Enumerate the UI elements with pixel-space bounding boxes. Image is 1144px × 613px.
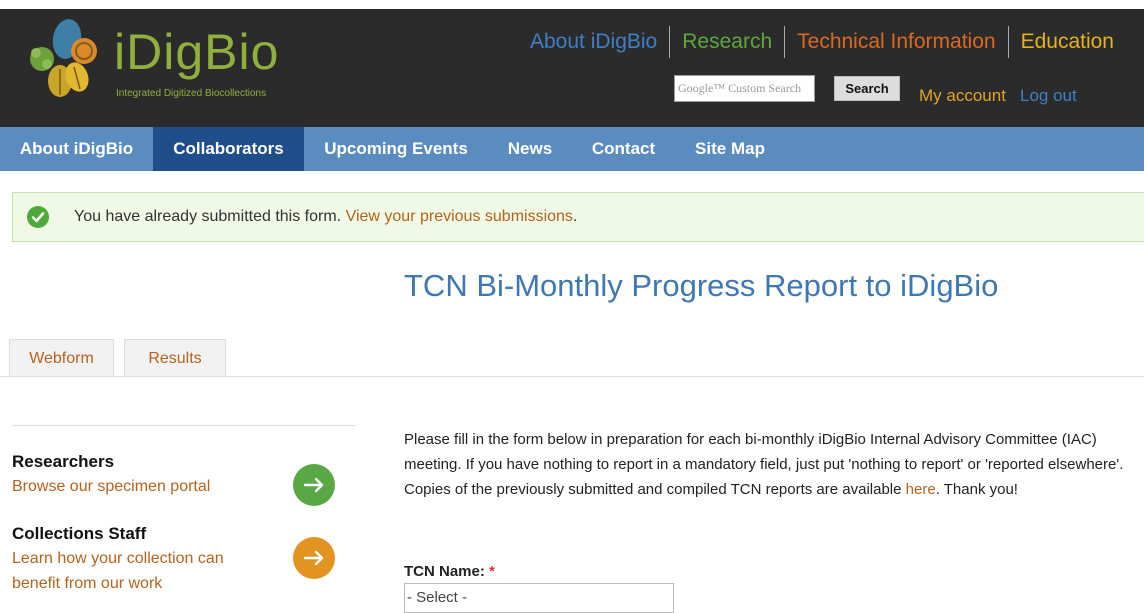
main-nav-collaborators[interactable]: Collaborators: [153, 127, 304, 171]
tab-results[interactable]: Results: [124, 339, 226, 376]
reports-here-link[interactable]: here: [906, 481, 936, 498]
sidebar-heading-researchers: Researchers: [12, 452, 115, 471]
previous-submissions-link[interactable]: View your previous submissions: [346, 208, 573, 225]
arrow-right-icon: [303, 550, 324, 566]
status-message-text: You have already submitted this form.: [74, 208, 342, 225]
status-text: You have already submitted this form. Vi…: [74, 208, 577, 226]
top-nav-technical-information[interactable]: Technical Information: [785, 25, 1007, 59]
logo-wordmark: iDigBio: [114, 24, 280, 80]
sidebar-divider: [12, 425, 355, 426]
required-marker: *: [489, 563, 495, 580]
top-navigation: About iDigBio Research Technical Informa…: [518, 25, 1126, 59]
arrow-right-icon: [303, 477, 324, 493]
sidebar-link-collection-benefit[interactable]: Learn how your collection can benefit fr…: [12, 546, 257, 596]
leaf-logo-icon: [30, 19, 97, 97]
top-nav-education[interactable]: Education: [1009, 25, 1126, 59]
main-navigation: About iDigBio Collaborators Upcoming Eve…: [0, 127, 1144, 171]
main-nav-upcoming-events[interactable]: Upcoming Events: [304, 127, 488, 171]
sidebar-heading-collections-staff: Collections Staff: [12, 524, 147, 543]
form-introduction: Please fill in the form below in prepara…: [404, 427, 1130, 502]
site-logo[interactable]: iDigBio Integrated Digitized Biocollecti…: [20, 17, 290, 109]
status-suffix: .: [572, 208, 578, 225]
tab-webform[interactable]: Webform: [9, 339, 114, 376]
search-input[interactable]: Google™ Custom Search: [674, 75, 815, 102]
intro-thanks: . Thank you!: [935, 481, 1018, 498]
main-nav-news[interactable]: News: [488, 127, 572, 171]
search-button[interactable]: Search: [834, 76, 900, 101]
tcn-name-label: TCN Name: *: [404, 563, 495, 580]
log-out-link[interactable]: Log out: [1020, 86, 1077, 106]
my-account-link[interactable]: My account: [919, 86, 1006, 106]
tabs-divider: [0, 376, 1144, 377]
checkmark-icon: [27, 206, 49, 228]
main-nav-site-map[interactable]: Site Map: [675, 127, 785, 171]
page-title: TCN Bi-Monthly Progress Report to iDigBi…: [404, 268, 999, 303]
researchers-arrow-button[interactable]: [293, 464, 335, 506]
top-strip: [0, 0, 1144, 9]
tcn-name-select[interactable]: - Select -: [404, 583, 674, 613]
collections-staff-arrow-button[interactable]: [293, 537, 335, 579]
status-message: You have already submitted this form. Vi…: [12, 192, 1144, 242]
logo-tagline: Integrated Digitized Biocollections: [116, 88, 267, 99]
top-nav-research[interactable]: Research: [670, 25, 784, 59]
main-nav-contact[interactable]: Contact: [572, 127, 675, 171]
main-nav-about[interactable]: About iDigBio: [0, 127, 153, 171]
sidebar-link-specimen-portal[interactable]: Browse our specimen portal: [12, 474, 272, 499]
site-header: iDigBio Integrated Digitized Biocollecti…: [0, 9, 1144, 127]
tcn-name-label-text: TCN Name:: [404, 563, 485, 580]
top-nav-about[interactable]: About iDigBio: [518, 25, 669, 59]
